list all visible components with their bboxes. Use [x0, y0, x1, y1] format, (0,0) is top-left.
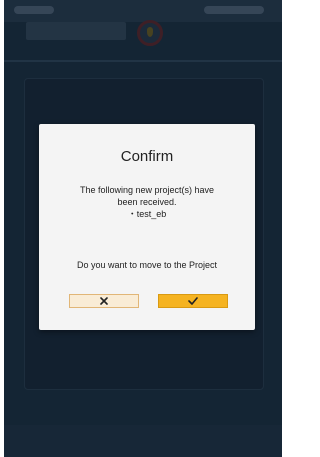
confirm-dialog: Confirm The following new project(s) hav… — [39, 124, 255, 330]
message-line: The following new project(s) have — [79, 185, 215, 195]
app-screen: Confirm The following new project(s) hav… — [4, 0, 282, 457]
project-list-item: ・test_eb — [127, 209, 167, 219]
dialog-title: Confirm — [120, 148, 174, 165]
confirm-button[interactable] — [158, 294, 228, 308]
checkmark-icon — [188, 297, 198, 305]
message-line: been received. — [117, 197, 177, 207]
cancel-button[interactable] — [69, 294, 139, 308]
close-icon — [100, 297, 108, 305]
dialog-question: Do you want to move to the Project — [76, 260, 218, 270]
dialog-message: The following new project(s) have been r… — [51, 184, 243, 220]
